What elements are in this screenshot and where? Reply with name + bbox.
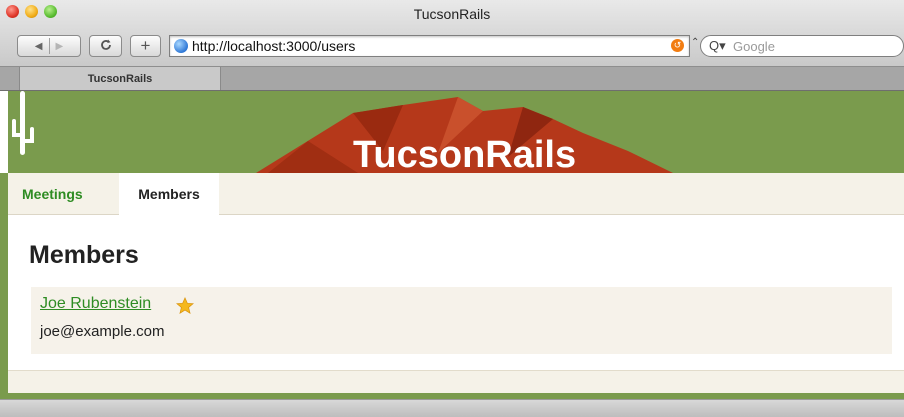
globe-icon bbox=[174, 39, 188, 53]
search-input[interactable] bbox=[733, 37, 893, 55]
search-field[interactable]: Q▾ bbox=[700, 35, 904, 57]
magnifier-icon[interactable]: Q▾ bbox=[709, 38, 726, 54]
window-titlebar: TucsonRails ◀ ▶ + ↺ ⌃ Q▾ bbox=[0, 0, 904, 67]
back-forward-divider bbox=[48, 38, 50, 54]
window-title: TucsonRails bbox=[413, 6, 491, 22]
site-logo-text: TucsonRails bbox=[353, 134, 577, 173]
reload-button[interactable] bbox=[89, 35, 122, 57]
member-name-link[interactable]: Joe Rubenstein bbox=[40, 295, 151, 313]
cactus-icon bbox=[12, 91, 34, 155]
main-content: Members Joe Rubenstein joe@example.com bbox=[8, 215, 904, 370]
web-page: TucsonRails Meetings Members Members Joe… bbox=[0, 91, 904, 417]
address-dropdown-caret-icon[interactable]: ⌃ bbox=[691, 37, 699, 48]
member-list-item: Joe Rubenstein joe@example.com bbox=[31, 287, 892, 354]
site-footer bbox=[8, 370, 904, 393]
forward-arrow-icon[interactable]: ▶ bbox=[56, 41, 64, 52]
address-bar[interactable]: ↺ bbox=[169, 35, 690, 57]
site-header: TucsonRails bbox=[8, 91, 904, 173]
site-nav: Meetings Members bbox=[8, 173, 904, 215]
tab-strip: TucsonRails bbox=[0, 67, 904, 91]
star-icon bbox=[176, 297, 194, 314]
back-forward-button[interactable]: ◀ ▶ bbox=[17, 35, 81, 57]
browser-status-bar bbox=[0, 399, 904, 417]
page-title: Members bbox=[29, 241, 139, 269]
member-email: joe@example.com bbox=[40, 323, 165, 340]
nav-link-meetings[interactable]: Meetings bbox=[22, 173, 83, 215]
back-arrow-icon[interactable]: ◀ bbox=[35, 41, 43, 52]
nav-link-members[interactable]: Members bbox=[119, 173, 219, 215]
snapback-icon[interactable]: ↺ bbox=[671, 39, 684, 52]
page-frame-left bbox=[0, 173, 8, 399]
tab-tucsonrails[interactable]: TucsonRails bbox=[19, 67, 221, 90]
url-input[interactable] bbox=[192, 37, 662, 55]
reload-icon bbox=[99, 38, 113, 55]
add-bookmark-button[interactable]: + bbox=[130, 35, 161, 57]
plus-icon: + bbox=[140, 36, 151, 55]
